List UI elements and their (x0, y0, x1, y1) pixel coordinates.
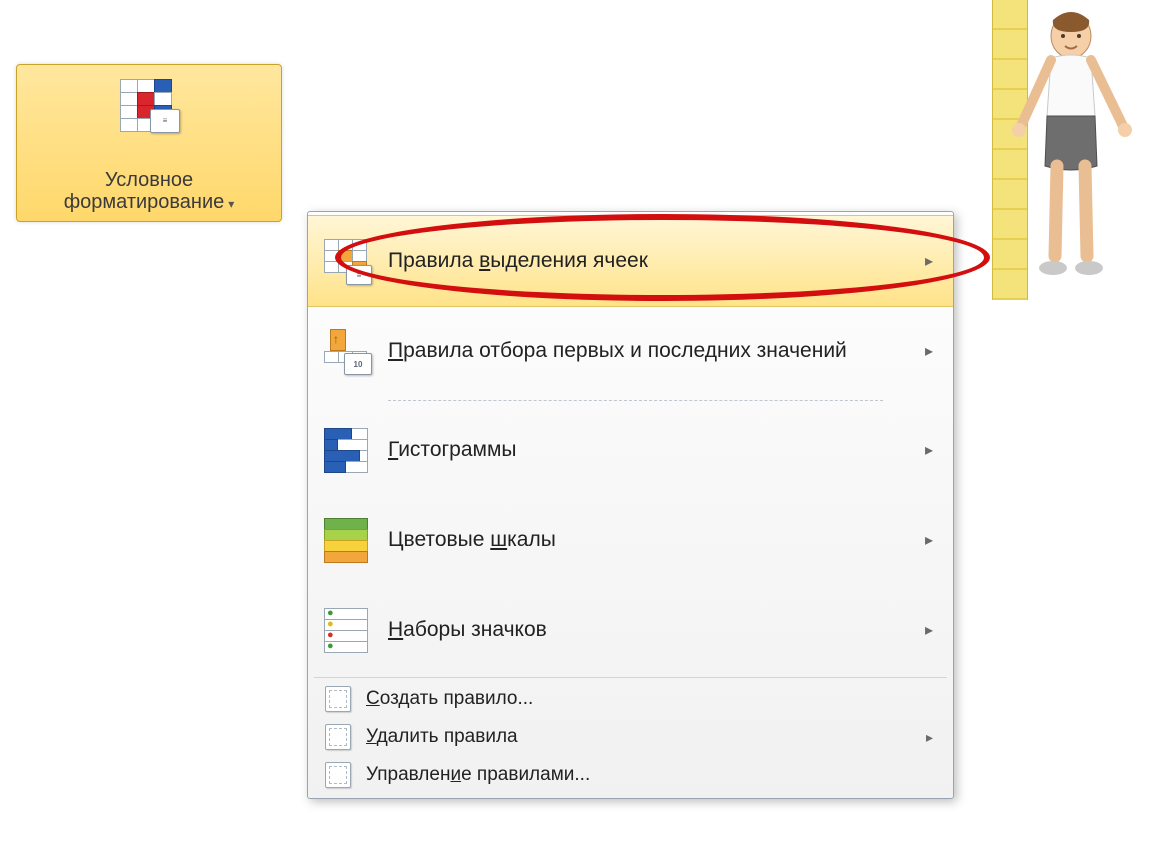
top-bottom-icon: ↑ 10 (318, 323, 374, 379)
conditional-formatting-icon: ≡ (120, 79, 178, 136)
highlight-cells-icon: ≡ (318, 233, 374, 289)
menu-item-label: Правила отбора первых и последних значен… (388, 339, 917, 363)
menu-item-label: Цветовые шкалы (388, 528, 917, 552)
dropdown-caret-icon: ▾ (228, 197, 234, 211)
menu-item-label: Удалить правила (366, 726, 918, 748)
icon-sets-icon: ● ● ● ● (318, 602, 374, 658)
submenu-arrow-icon: ▸ (925, 620, 933, 640)
menu-item-color-scales[interactable]: Цветовые шкалы ▸ (308, 495, 953, 585)
menu-item-label: Наборы значков (388, 618, 917, 642)
menu-item-label: Гистограммы (388, 438, 917, 462)
menu-item-manage-rules[interactable]: Управление правилами... (308, 756, 953, 794)
decorative-height-chart-image (992, 0, 1150, 300)
conditional-formatting-button[interactable]: ≡ Условное форматирование▾ (16, 64, 282, 222)
ribbon-label-line1: Условное (105, 169, 193, 191)
clear-rules-icon (324, 723, 352, 751)
submenu-arrow-icon: ▸ (925, 341, 933, 361)
menu-item-label: Создать правило... (366, 688, 933, 710)
menu-item-icon-sets[interactable]: ● ● ● ● Наборы значков ▸ (308, 585, 953, 675)
submenu-arrow-icon: ▸ (925, 251, 933, 271)
menu-item-clear-rules[interactable]: Удалить правила ▸ (308, 718, 953, 756)
submenu-arrow-icon: ▸ (925, 440, 933, 460)
menu-item-databars[interactable]: Гистограммы ▸ (308, 405, 953, 495)
menu-item-label: Управление правилами... (366, 764, 933, 786)
color-scales-icon (318, 512, 374, 568)
menu-item-label: Правила выделения ячеек (388, 249, 917, 273)
menu-item-top-bottom[interactable]: ↑ 10 Правила отбора первых и последних з… (308, 306, 953, 396)
menu-item-new-rule[interactable]: Создать правило... (308, 680, 953, 718)
new-rule-icon (324, 685, 352, 713)
databars-icon (318, 422, 374, 478)
conditional-formatting-menu: ≡ Правила выделения ячеек ▸ ↑ 10 Правила… (307, 211, 954, 799)
manage-rules-icon (324, 761, 352, 789)
submenu-arrow-icon: ▸ (925, 530, 933, 550)
ruler-graphic (992, 0, 1028, 300)
menu-separator (314, 677, 947, 678)
ribbon-label-line2: форматирование▾ (64, 191, 235, 215)
menu-item-highlight-cells[interactable]: ≡ Правила выделения ячеек ▸ (308, 215, 953, 307)
menu-separator (388, 400, 883, 401)
submenu-arrow-icon: ▸ (926, 729, 933, 746)
